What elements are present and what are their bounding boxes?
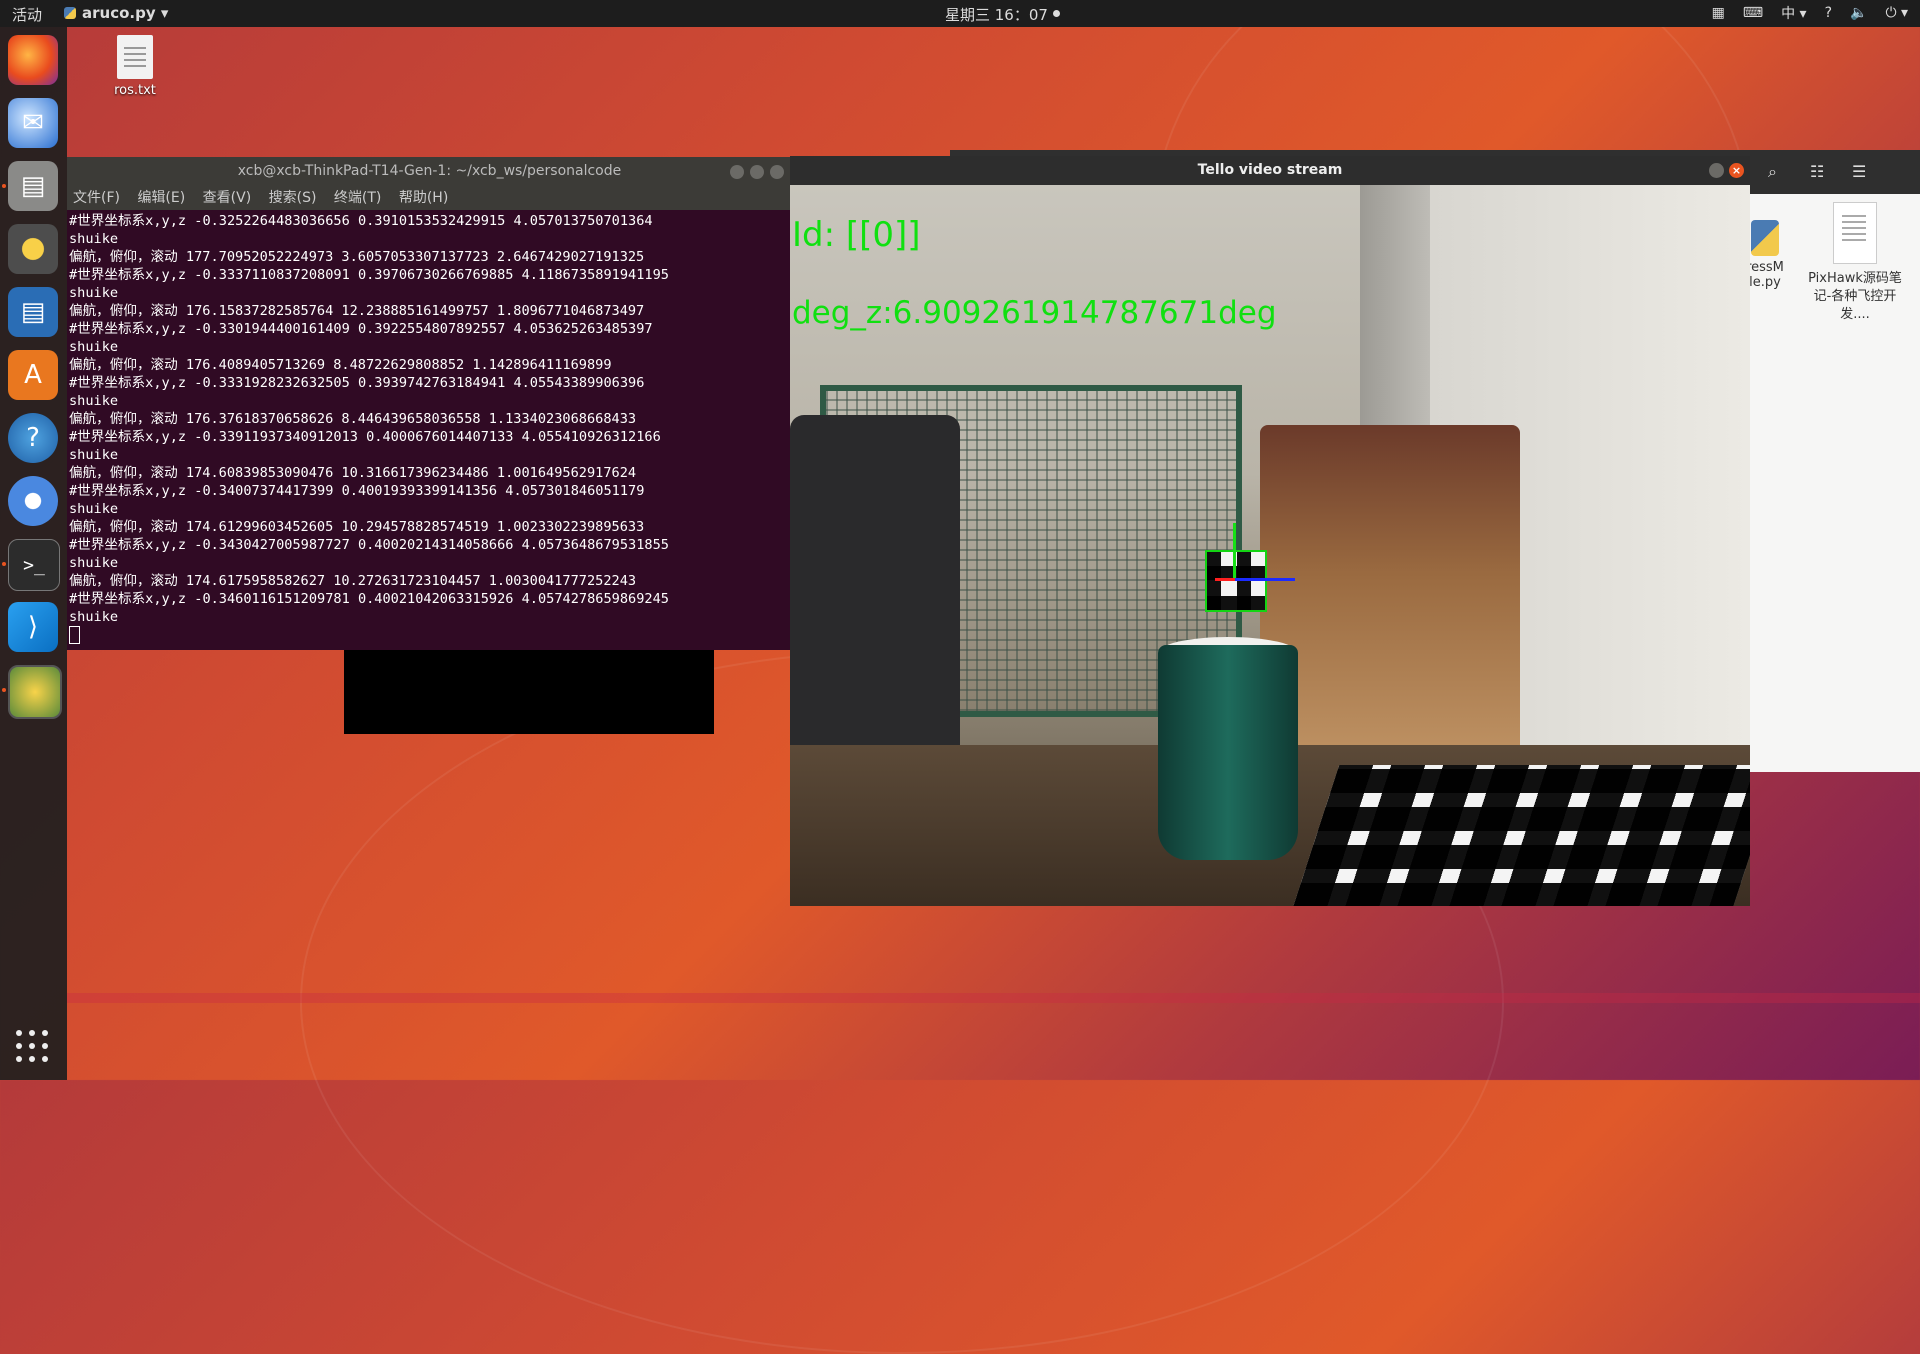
text-file-icon — [117, 35, 153, 79]
axis-x-line — [1235, 578, 1295, 581]
menu-view[interactable]: 查看(V) — [203, 190, 252, 206]
pycharm-icon[interactable] — [8, 665, 62, 719]
document-file-label: PixHawk源码笔记-各种飞控开发.... — [1808, 271, 1902, 322]
terminal-line: 偏航，俯仰，滚动 174.6175958582627 10.2726317231… — [69, 573, 637, 589]
terminal-line: shuike — [69, 339, 119, 355]
terminal-line: shuike — [69, 609, 119, 625]
vscode-icon[interactable]: ⟩ — [8, 602, 58, 652]
terminal-line: #世界坐标系x,y,z -0.3337110837208091 0.397067… — [69, 267, 669, 283]
software-icon[interactable]: A — [8, 350, 58, 400]
terminal-output[interactable]: #世界坐标系x,y,z -0.3252264483036656 0.391015… — [67, 210, 792, 644]
terminal-line: #世界坐标系x,y,z -0.3331928232632505 0.393974… — [69, 375, 645, 391]
notification-dot — [1052, 10, 1060, 17]
terminal-line: #世界坐标系x,y,z -0.33911937340912013 0.40006… — [69, 429, 661, 445]
python-icon — [64, 7, 76, 19]
maximize-button[interactable] — [750, 165, 764, 179]
show-applications-icon[interactable] — [16, 1030, 50, 1064]
aruco-board — [1280, 765, 1750, 906]
terminal-line: 偏航，俯仰，滚动 174.60839853090476 10.316617396… — [69, 465, 637, 481]
terminal-line: #世界坐标系x,y,z -0.3301944400161409 0.392255… — [69, 321, 653, 337]
power-icon-glyph: ⏻ — [1885, 5, 1897, 21]
terminal-titlebar[interactable]: xcb@xcb-ThinkPad-T14-Gen-1: ~/xcb_ws/per… — [67, 157, 792, 186]
axis-y-line — [1233, 523, 1236, 579]
menu-edit[interactable]: 编辑(E) — [137, 190, 185, 206]
desktop-file-label: ros.txt — [114, 83, 156, 98]
files-icon[interactable]: ▤ — [8, 161, 58, 211]
video-window[interactable]: Tello video stream × Id: [[0]] deg_z:6.9… — [790, 156, 1750, 906]
terminal-line: shuike — [69, 501, 119, 517]
keyboard-icon[interactable]: ⌨ — [1743, 5, 1763, 21]
volume-icon[interactable]: 🔈 — [1850, 5, 1867, 21]
python-file-icon — [1751, 220, 1779, 256]
dock: ✉ ▤ ▤ A ? >_ ⟩ — [0, 27, 67, 1080]
screenshot-icon[interactable]: ▦ — [1712, 5, 1725, 21]
terminal-line: #世界坐标系x,y,z -0.34007374417399 0.40019393… — [69, 483, 645, 499]
terminal-title: xcb@xcb-ThinkPad-T14-Gen-1: ~/xcb_ws/per… — [237, 163, 622, 179]
help-tray-icon[interactable]: ? — [1825, 5, 1832, 21]
terminal-line: shuike — [69, 555, 119, 571]
terminal-line: 偏航，俯仰，滚动 174.61299603452605 10.294578828… — [69, 519, 645, 535]
running-indicator — [2, 184, 6, 188]
rhythmbox-icon[interactable] — [8, 224, 58, 274]
video-frame: Id: [[0]] deg_z:6.909261914787671deg — [790, 185, 1750, 906]
activities-button[interactable]: 活动 — [12, 4, 42, 25]
close-button[interactable] — [770, 165, 784, 179]
input-method-label: 中 — [1781, 6, 1796, 22]
close-button[interactable]: × — [1729, 163, 1744, 178]
document-icon — [1833, 202, 1877, 264]
app-menu[interactable]: aruco.py ▾ — [64, 4, 168, 22]
document-file-item[interactable]: PixHawk源码笔记-各种飞控开发.... — [1805, 202, 1905, 324]
terminal-line: #世界坐标系x,y,z -0.3252264483036656 0.391015… — [69, 213, 653, 229]
terminal-line: shuike — [69, 447, 119, 463]
marker-id-overlay: Id: [[0]] — [792, 215, 921, 255]
terminal-line: 偏航，俯仰，滚动 177.70952052224973 3.6057053307… — [69, 249, 645, 265]
video-title: Tello video stream — [1197, 162, 1343, 178]
system-tray: ▦ ⌨ 中 ▾ ? 🔈 ⏻ ▾ — [1712, 3, 1908, 23]
clock-label: 星期三 16：07 — [945, 6, 1048, 24]
terminal-menubar: 文件(F) 编辑(E) 查看(V) 搜索(S) 终端(T) 帮助(H) — [67, 186, 792, 210]
menu-search[interactable]: 搜索(S) — [269, 190, 317, 206]
terminal-line: 偏航，俯仰，滚动 176.37618370658626 8.4464396580… — [69, 411, 637, 427]
terminal-window[interactable]: xcb@xcb-ThinkPad-T14-Gen-1: ~/xcb_ws/per… — [67, 157, 792, 650]
running-indicator — [2, 688, 6, 692]
help-icon[interactable]: ? — [8, 413, 58, 463]
menu-icon[interactable]: ☰ — [1852, 162, 1866, 181]
terminal-line: #世界坐标系x,y,z -0.3430427005987727 0.400202… — [69, 537, 669, 553]
power-icon[interactable]: ⏻ ▾ — [1885, 5, 1908, 21]
terminal-cursor — [69, 626, 80, 644]
python-file-label: ressM le.py — [1746, 260, 1784, 290]
firefox-icon[interactable] — [8, 35, 58, 85]
terminal-line: shuike — [69, 393, 119, 409]
terminal-line: 偏航，俯仰，滚动 176.4089405713269 8.48722629808… — [69, 357, 612, 373]
input-method[interactable]: 中 ▾ — [1781, 3, 1806, 23]
menu-file[interactable]: 文件(F) — [73, 190, 120, 206]
black-overlay — [344, 650, 714, 734]
boxes-stack — [1260, 425, 1520, 795]
view-toggle-icon[interactable]: ☷ — [1810, 162, 1824, 181]
writer-icon[interactable]: ▤ — [8, 287, 58, 337]
minimize-button[interactable] — [730, 165, 744, 179]
terminal-line: shuike — [69, 285, 119, 301]
running-indicator — [2, 562, 6, 566]
terminal-line: shuike — [69, 231, 119, 247]
cup — [1158, 645, 1298, 860]
terminal-line: 偏航，俯仰，滚动 176.15837282585764 12.238885161… — [69, 303, 645, 319]
deg-z-overlay: deg_z:6.909261914787671deg — [792, 295, 1277, 331]
desktop-file[interactable]: ros.txt — [105, 35, 165, 98]
menu-terminal[interactable]: 终端(T) — [334, 190, 381, 206]
top-bar: 活动 aruco.py ▾ 星期三 16：07 ▦ ⌨ 中 ▾ ? 🔈 ⏻ ▾ — [0, 0, 1920, 27]
wallpaper-band — [67, 993, 1920, 1003]
terminal-icon[interactable]: >_ — [8, 539, 60, 591]
clock[interactable]: 星期三 16：07 — [945, 4, 1060, 25]
app-menu-label: aruco.py — [82, 4, 156, 22]
video-titlebar[interactable]: Tello video stream × — [790, 156, 1750, 185]
menu-help[interactable]: 帮助(H) — [399, 190, 448, 206]
minimize-button[interactable] — [1709, 163, 1724, 178]
terminal-line: #世界坐标系x,y,z -0.3460116151209781 0.400210… — [69, 591, 669, 607]
search-icon[interactable]: ⌕ — [1768, 162, 1777, 182]
thunderbird-icon[interactable]: ✉ — [8, 98, 58, 148]
aruco-marker — [1205, 550, 1267, 612]
axis-z-line — [1215, 578, 1235, 581]
chromium-icon[interactable] — [8, 476, 58, 526]
